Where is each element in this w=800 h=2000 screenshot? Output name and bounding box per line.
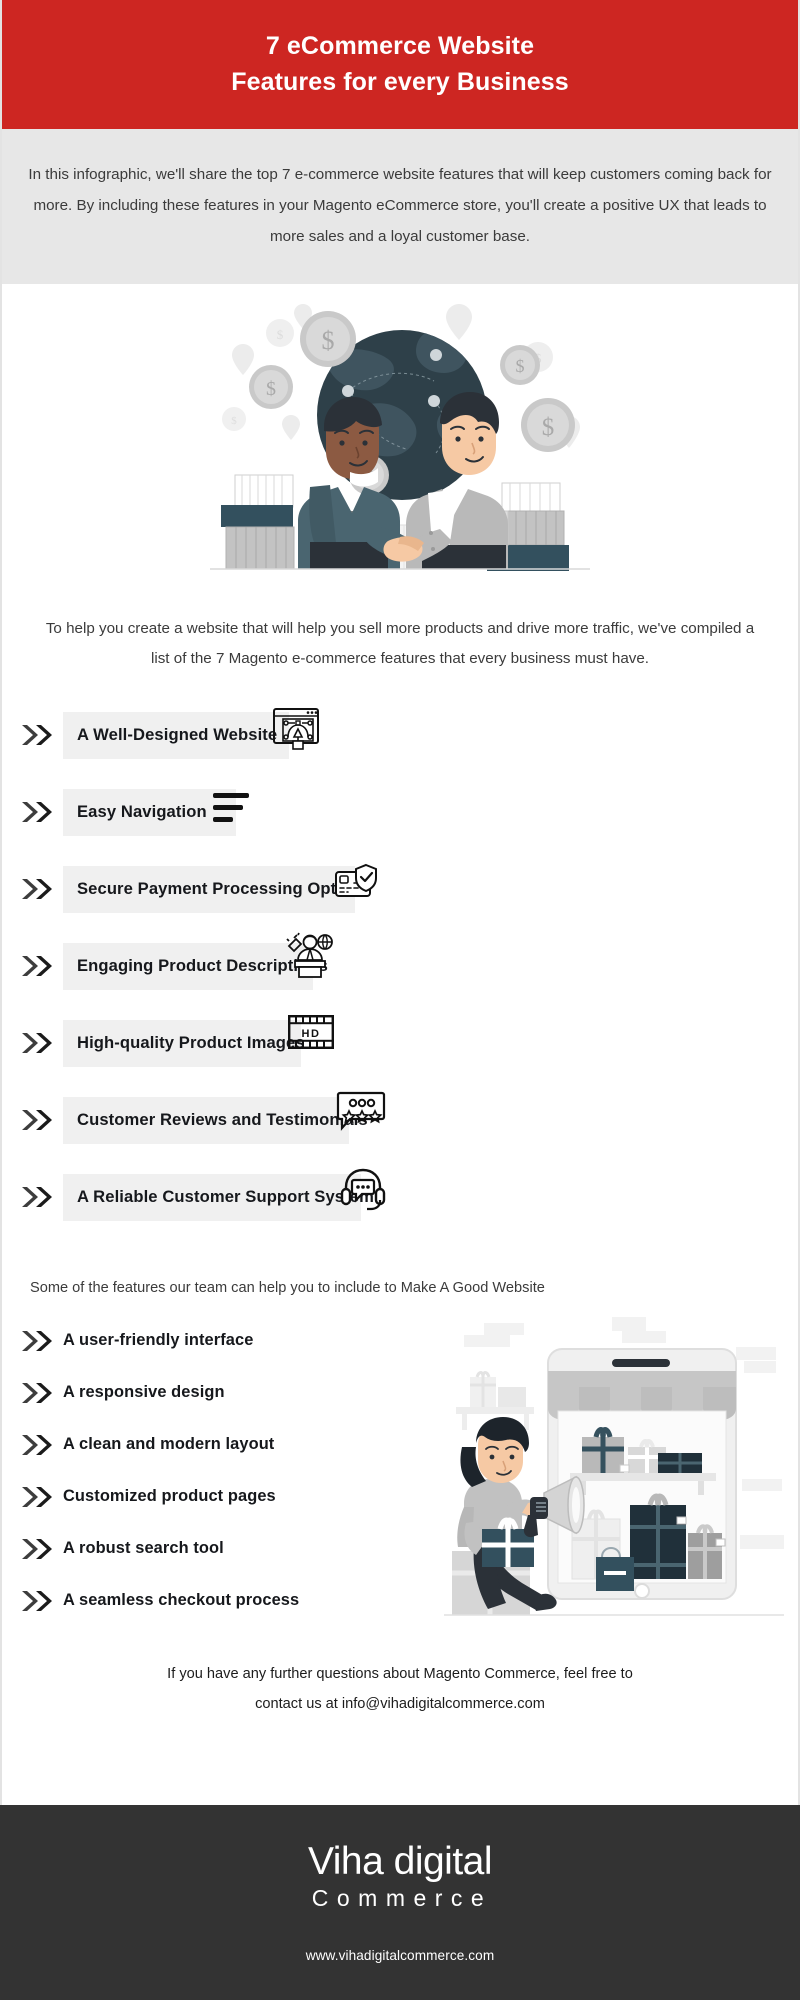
feature-pill-7: A Reliable Customer Support System <box>63 1173 374 1221</box>
double-chevron-icon <box>22 1033 52 1054</box>
bullet-label-6: A seamless checkout process <box>63 1591 300 1610</box>
double-chevron-icon <box>22 879 52 900</box>
feature-pill-3: Secure Payment Processing Options <box>63 865 371 913</box>
double-chevron-icon <box>22 725 52 746</box>
footer: Viha digital Commerce www.vihadigitalcom… <box>0 1805 800 2000</box>
brand-logo-secondary: Commerce <box>311 1885 493 1912</box>
intro-paragraph: In this infographic, we'll share the top… <box>28 166 772 245</box>
feature-list: A Well-Designed Website Easy Navigation … <box>0 687 800 1236</box>
feature-label-1: A Well-Designed Website <box>77 725 278 745</box>
lower-block: A user-friendly interface A responsive d… <box>0 1307 800 1637</box>
woman-megaphone-mobile-shop-illustration <box>444 1316 784 1616</box>
feature-label-6: Customer Reviews and Testimonials <box>77 1110 368 1130</box>
double-chevron-icon <box>22 1382 52 1403</box>
feature-pill-6: Customer Reviews and Testimonials <box>63 1096 368 1144</box>
feature-row-1[interactable]: A Well-Designed Website <box>0 697 800 774</box>
svg-text:$: $ <box>266 378 276 400</box>
brand-logo-primary: Viha digital <box>307 1840 493 1884</box>
sub-lead-container: Some of the features our team can help y… <box>0 1236 800 1307</box>
double-chevron-icon <box>22 1330 52 1351</box>
feature-row-5[interactable]: High-quality Product Images HD <box>0 1005 800 1082</box>
contact-line-2: contact us at info@vihadigitalcommerce.c… <box>255 1696 545 1713</box>
bullet-label-4: Customized product pages <box>63 1487 276 1506</box>
feature-pill-4: Engaging Product Descriptions <box>63 942 328 990</box>
contact-text: If you have any further questions about … <box>167 1659 633 1720</box>
intro-band: In this infographic, we'll share the top… <box>0 129 800 284</box>
header-title-line-2: Features for every Business <box>231 67 569 96</box>
hero-illustration-container: $ $ $ $ $ $ <box>0 284 800 604</box>
lead-paragraph-container: To help you create a website that will h… <box>0 604 800 687</box>
feature-row-2[interactable]: Easy Navigation <box>0 774 800 851</box>
feature-label-2: Easy Navigation <box>77 802 207 822</box>
double-chevron-icon <box>22 956 52 977</box>
double-chevron-icon <box>22 802 52 823</box>
svg-text:$: $ <box>277 327 284 342</box>
footer-website-url[interactable]: www.vihadigitalcommerce.com <box>306 1948 495 1963</box>
feature-row-6[interactable]: Customer Reviews and Testimonials <box>0 1082 800 1159</box>
bullet-label-5: A robust search tool <box>63 1539 224 1558</box>
feature-label-7: A Reliable Customer Support System <box>77 1187 374 1207</box>
svg-text:$: $ <box>542 414 555 441</box>
bullet-label-3: A clean and modern layout <box>63 1435 275 1454</box>
feature-pill-5: High-quality Product Images <box>63 1019 305 1067</box>
feature-row-3[interactable]: Secure Payment Processing Options <box>0 851 800 928</box>
bullet-list: A user-friendly interface A responsive d… <box>20 1315 420 1627</box>
double-chevron-icon <box>22 1434 52 1455</box>
bullet-row-6[interactable]: A seamless checkout process <box>20 1575 420 1627</box>
feature-label-5: High-quality Product Images <box>77 1033 305 1053</box>
contact-line-1: If you have any further questions about … <box>167 1665 633 1682</box>
feature-label-3: Secure Payment Processing Options <box>77 879 371 899</box>
double-chevron-icon <box>22 1187 52 1208</box>
double-chevron-icon <box>22 1110 52 1131</box>
feature-pill-2: Easy Navigation <box>63 788 236 836</box>
feature-pill-1: A Well-Designed Website <box>63 711 289 759</box>
feature-row-4[interactable]: Engaging Product Descriptions <box>0 928 800 1005</box>
header-title-line-1: 7 eCommerce Website <box>265 32 535 60</box>
double-chevron-icon <box>22 1486 52 1507</box>
feature-label-4: Engaging Product Descriptions <box>77 956 328 976</box>
feature-row-7[interactable]: A Reliable Customer Support System <box>0 1159 800 1236</box>
double-chevron-icon <box>22 1590 52 1611</box>
svg-text:$: $ <box>322 326 335 355</box>
bullet-row-4[interactable]: Customized product pages <box>20 1471 420 1523</box>
svg-text:$: $ <box>231 415 237 427</box>
bullet-row-2[interactable]: A responsive design <box>20 1367 420 1419</box>
svg-text:$: $ <box>516 356 525 376</box>
bullet-row-5[interactable]: A robust search tool <box>20 1523 420 1575</box>
bullet-label-2: A responsive design <box>63 1383 225 1402</box>
bullet-row-1[interactable]: A user-friendly interface <box>20 1315 420 1367</box>
bullet-row-3[interactable]: A clean and modern layout <box>20 1419 420 1471</box>
infographic-page: 7 eCommerce Website Features for every B… <box>0 0 800 2000</box>
sub-lead-text: Some of the features our team can help y… <box>30 1279 545 1296</box>
double-chevron-icon <box>22 1538 52 1559</box>
header-banner: 7 eCommerce Website Features for every B… <box>0 0 800 129</box>
bullet-label-1: A user-friendly interface <box>63 1331 254 1350</box>
lead-paragraph: To help you create a website that will h… <box>45 620 755 668</box>
contact-container: If you have any further questions about … <box>0 1637 800 1720</box>
business-handshake-globe-illustration: $ $ $ $ $ $ <box>210 304 590 571</box>
